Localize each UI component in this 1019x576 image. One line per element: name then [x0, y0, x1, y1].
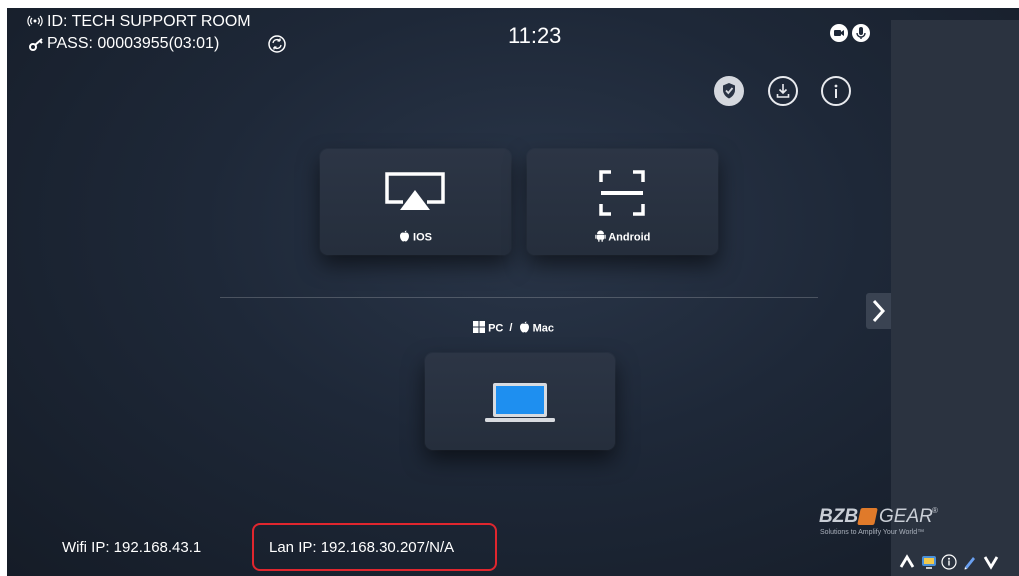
section-divider [220, 297, 818, 298]
wifi-ip-label: Wifi IP: 192.168.43.1 [62, 539, 202, 556]
password-label: PASS: 00003955(03:01) [47, 35, 220, 52]
info-circle-icon[interactable] [941, 554, 957, 570]
pen-annotate-icon[interactable] [962, 554, 978, 570]
brand-logo-left: BZB [819, 506, 859, 527]
qr-scan-icon [599, 170, 645, 216]
shield-icon [723, 83, 735, 99]
lan-ip-label: Lan IP: 192.168.30.207/N/A [269, 539, 455, 556]
pc-mac-tile[interactable] [425, 353, 615, 450]
key-icon [29, 37, 45, 56]
refresh-password-icon[interactable] [268, 35, 286, 58]
security-button[interactable] [714, 76, 744, 106]
info-icon [834, 84, 838, 98]
wifi-signal-icon [27, 14, 43, 31]
brand-logo-right: GEAR [879, 506, 933, 527]
brand-mark-icon [857, 508, 878, 525]
android-scan-tile[interactable]: Android [527, 149, 718, 255]
clock: 11:23 [508, 23, 562, 48]
pc-mac-label: PC / Mac [473, 321, 554, 336]
laptop-icon [485, 383, 555, 422]
apple-icon [399, 230, 410, 245]
ios-airplay-tile[interactable]: IOS [320, 149, 511, 255]
pc-label: PC [488, 322, 504, 335]
bottom-toolbar [899, 553, 1017, 573]
microphone-icon[interactable] [851, 23, 871, 48]
airplay-icon [385, 172, 445, 210]
pc-mac-separator: / [509, 322, 513, 335]
room-id-label: ID: TECH SUPPORT ROOM [47, 13, 251, 30]
mac-label: Mac [532, 322, 554, 335]
brand-tagline: Solutions to Amplify Your World™ [820, 529, 925, 536]
download-button[interactable] [768, 76, 798, 106]
apple-icon [519, 321, 530, 336]
next-page-button[interactable] [866, 293, 891, 329]
android-icon [594, 230, 606, 245]
chevron-up-icon[interactable] [899, 554, 915, 570]
android-label: Android [608, 231, 651, 244]
windows-icon [473, 321, 485, 336]
download-icon [776, 84, 790, 98]
brand-logo: BZB GEAR ® Solutions to Amplify Your Wor… [819, 506, 989, 542]
video-record-icon[interactable] [829, 23, 849, 48]
mirroring-home-screen: ID: TECH SUPPORT ROOM PASS: 00003955(03:… [7, 8, 1019, 576]
chevron-right-icon [872, 299, 886, 323]
side-panel [891, 20, 1019, 576]
info-button[interactable] [821, 76, 851, 106]
screen-share-icon[interactable] [921, 554, 937, 570]
ios-label: IOS [413, 231, 432, 244]
registered-mark: ® [932, 506, 938, 515]
chevron-down-icon[interactable] [983, 554, 999, 570]
